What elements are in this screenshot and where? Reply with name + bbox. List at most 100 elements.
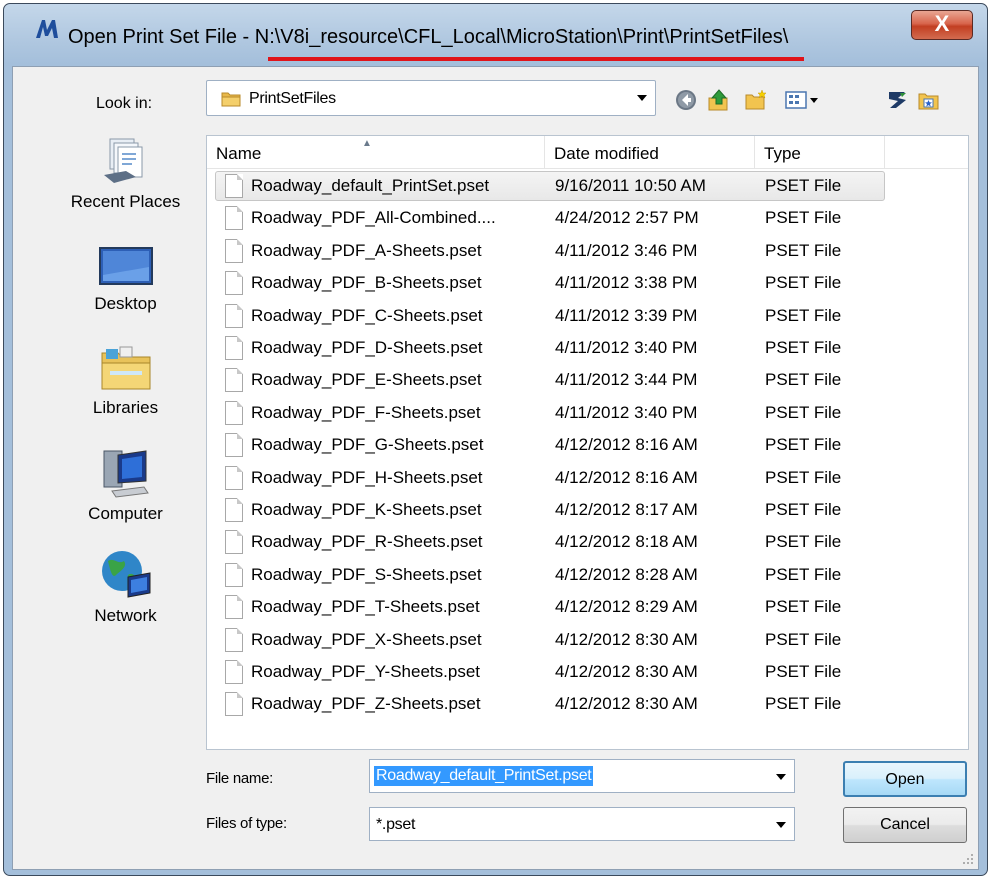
file-icon bbox=[225, 595, 243, 620]
file-icon bbox=[225, 562, 243, 587]
type-cell: PSET File bbox=[765, 273, 842, 293]
title-prefix: Open Print Set File - bbox=[68, 26, 255, 48]
file-icon bbox=[225, 692, 243, 717]
sort-ascending-icon: ▲ bbox=[362, 138, 372, 149]
file-name-cell: Roadway_PDF_C-Sheets.pset bbox=[251, 305, 483, 325]
place-desktop[interactable]: Desktop bbox=[53, 245, 198, 314]
table-row[interactable]: Roadway_PDF_E-Sheets.pset 4/11/2012 3:44 … bbox=[207, 364, 968, 396]
column-type-label: Type bbox=[764, 144, 801, 163]
view-dropdown-icon bbox=[809, 97, 818, 103]
table-row[interactable]: Roadway_PDF_F-Sheets.pset 4/11/2012 3:40 … bbox=[207, 397, 968, 429]
date-modified-cell: 4/12/2012 8:30 AM bbox=[555, 662, 698, 681]
resize-grip-icon[interactable] bbox=[962, 853, 974, 865]
recent-places-icon bbox=[103, 138, 142, 183]
file-name-input[interactable]: Roadway_default_PrintSet.pset bbox=[369, 759, 795, 793]
file-name-cell: Roadway_PDF_Y-Sheets.pset bbox=[251, 662, 481, 681]
file-icon bbox=[225, 400, 243, 425]
folder-icon bbox=[221, 92, 241, 107]
date-modified-cell: 4/24/2012 2:57 PM bbox=[555, 208, 699, 228]
date-modified-cell: 4/12/2012 8:30 AM bbox=[555, 629, 698, 649]
date-modified-cell: 4/12/2012 8:30 AM bbox=[555, 694, 698, 714]
date-modified-cell: 4/11/2012 3:44 PM bbox=[555, 370, 698, 390]
table-row[interactable]: Roadway_PDF_R-Sheets.pset 4/12/2012 8:18 … bbox=[207, 526, 968, 558]
file-list-header: Name ▲ Date modified Type bbox=[207, 136, 968, 169]
new-folder-button[interactable] bbox=[743, 87, 769, 113]
up-folder-button[interactable] bbox=[706, 87, 732, 113]
chevron-down-icon[interactable] bbox=[776, 774, 786, 780]
table-row[interactable]: Roadway_default_PrintSet.pset 9/16/2011 1… bbox=[207, 170, 968, 202]
file-icon bbox=[225, 368, 243, 393]
desktop-icon bbox=[98, 247, 153, 285]
table-row[interactable]: Roadway_PDF_C-Sheets.pset 4/11/2012 3:39 … bbox=[207, 300, 968, 332]
type-cell: PSET File bbox=[765, 402, 842, 422]
column-header-date[interactable]: Date modified bbox=[545, 136, 755, 168]
table-row[interactable]: Roadway_PDF_S-Sheets.pset 4/12/2012 8:28 … bbox=[207, 559, 968, 591]
configuration-icon bbox=[889, 92, 906, 108]
chevron-down-icon[interactable] bbox=[776, 822, 786, 828]
microstation-icon bbox=[36, 20, 58, 38]
folder-favorites-button[interactable] bbox=[916, 87, 942, 113]
file-name-cell: Roadway_PDF_F-Sheets.pset bbox=[251, 402, 481, 422]
date-modified-cell: 4/11/2012 3:40 PM bbox=[555, 402, 698, 422]
table-row[interactable]: Roadway_PDF_X-Sheets.pset 4/12/2012 8:30 … bbox=[207, 624, 968, 656]
column-header-name[interactable]: Name ▲ bbox=[207, 136, 545, 168]
title-path-underline bbox=[268, 57, 804, 61]
file-icon bbox=[225, 530, 243, 555]
type-cell: PSET File bbox=[765, 532, 842, 552]
file-name-cell: Roadway_PDF_E-Sheets.pset bbox=[251, 370, 482, 390]
place-computer[interactable]: Computer bbox=[53, 447, 198, 524]
table-row[interactable]: Roadway_PDF_B-Sheets.pset 4/11/2012 3:38 … bbox=[207, 267, 968, 299]
folder-star-icon bbox=[918, 93, 939, 110]
chevron-down-icon[interactable] bbox=[637, 95, 647, 101]
table-row[interactable]: Roadway_PDF_Z-Sheets.pset 4/12/2012 8:30 … bbox=[207, 688, 968, 720]
file-name-label: File name: bbox=[206, 770, 274, 787]
file-name-cell: Roadway_PDF_R-Sheets.pset bbox=[251, 532, 483, 552]
date-modified-cell: 4/12/2012 8:28 AM bbox=[555, 564, 698, 584]
table-row[interactable]: Roadway_PDF_K-Sheets.pset 4/12/2012 8:17 … bbox=[207, 494, 968, 526]
table-row[interactable]: Roadway_PDF_A-Sheets.pset 4/11/2012 3:46 … bbox=[207, 235, 968, 267]
date-modified-cell: 9/16/2011 10:50 AM bbox=[555, 176, 706, 195]
column-header-type[interactable]: Type bbox=[755, 136, 885, 168]
file-name-cell: Roadway_PDF_Z-Sheets.pset bbox=[251, 694, 481, 714]
look-in-dropdown[interactable]: PrintSetFiles bbox=[206, 80, 656, 116]
type-cell: PSET File bbox=[765, 338, 842, 357]
file-icon bbox=[225, 660, 243, 684]
place-network[interactable]: Network bbox=[53, 549, 198, 626]
configuration-button[interactable] bbox=[885, 87, 911, 113]
look-in-label: Look in: bbox=[96, 95, 153, 112]
view-menu-button[interactable] bbox=[779, 87, 823, 113]
title-bar[interactable]: Open Print Set File - N:\V8i_resource\CF… bbox=[4, 4, 987, 48]
date-modified-cell: 4/11/2012 3:39 PM bbox=[555, 305, 698, 325]
place-recent-places[interactable]: Recent Places bbox=[53, 137, 198, 212]
date-modified-cell: 4/11/2012 3:46 PM bbox=[555, 240, 698, 260]
type-cell: PSET File bbox=[765, 370, 842, 390]
place-libraries[interactable]: Libraries bbox=[53, 343, 198, 418]
type-cell: PSET File bbox=[765, 240, 842, 260]
table-row[interactable]: Roadway_PDF_G-Sheets.pset 4/12/2012 8:16 … bbox=[207, 429, 968, 461]
file-name-cell: Roadway_PDF_D-Sheets.pset bbox=[251, 338, 483, 357]
file-list[interactable]: Name ▲ Date modified Type Roadway_defaul… bbox=[206, 135, 969, 750]
close-button[interactable]: X bbox=[911, 10, 973, 40]
file-icon bbox=[225, 627, 243, 652]
back-button[interactable] bbox=[673, 87, 699, 113]
cancel-button[interactable]: Cancel bbox=[843, 807, 967, 843]
type-cell: PSET File bbox=[765, 467, 842, 487]
up-folder-icon bbox=[708, 89, 728, 111]
file-icon bbox=[225, 174, 243, 198]
file-name-value[interactable]: Roadway_default_PrintSet.pset bbox=[374, 766, 594, 786]
open-button[interactable]: Open bbox=[843, 761, 967, 797]
type-cell: PSET File bbox=[765, 662, 842, 681]
type-cell: PSET File bbox=[765, 597, 842, 617]
type-cell: PSET File bbox=[765, 208, 842, 228]
table-row[interactable]: Roadway_PDF_D-Sheets.pset 4/11/2012 3:40 … bbox=[207, 332, 968, 364]
table-row[interactable]: Roadway_PDF_H-Sheets.pset 4/12/2012 8:16 … bbox=[207, 462, 968, 494]
file-icon bbox=[225, 433, 243, 458]
place-label: Computer bbox=[88, 504, 163, 523]
file-icon bbox=[225, 206, 243, 231]
table-row[interactable]: Roadway_PDF_Y-Sheets.pset 4/12/2012 8:30 … bbox=[207, 656, 968, 688]
table-row[interactable]: Roadway_PDF_All-Combined.... 4/24/2012 2:… bbox=[207, 202, 968, 234]
table-row[interactable]: Roadway_PDF_T-Sheets.pset 4/12/2012 8:29 … bbox=[207, 591, 968, 623]
look-in-value: PrintSetFiles bbox=[249, 90, 336, 107]
file-name-cell: Roadway_PDF_G-Sheets.pset bbox=[251, 435, 484, 455]
files-of-type-dropdown[interactable]: *.pset bbox=[369, 807, 795, 841]
